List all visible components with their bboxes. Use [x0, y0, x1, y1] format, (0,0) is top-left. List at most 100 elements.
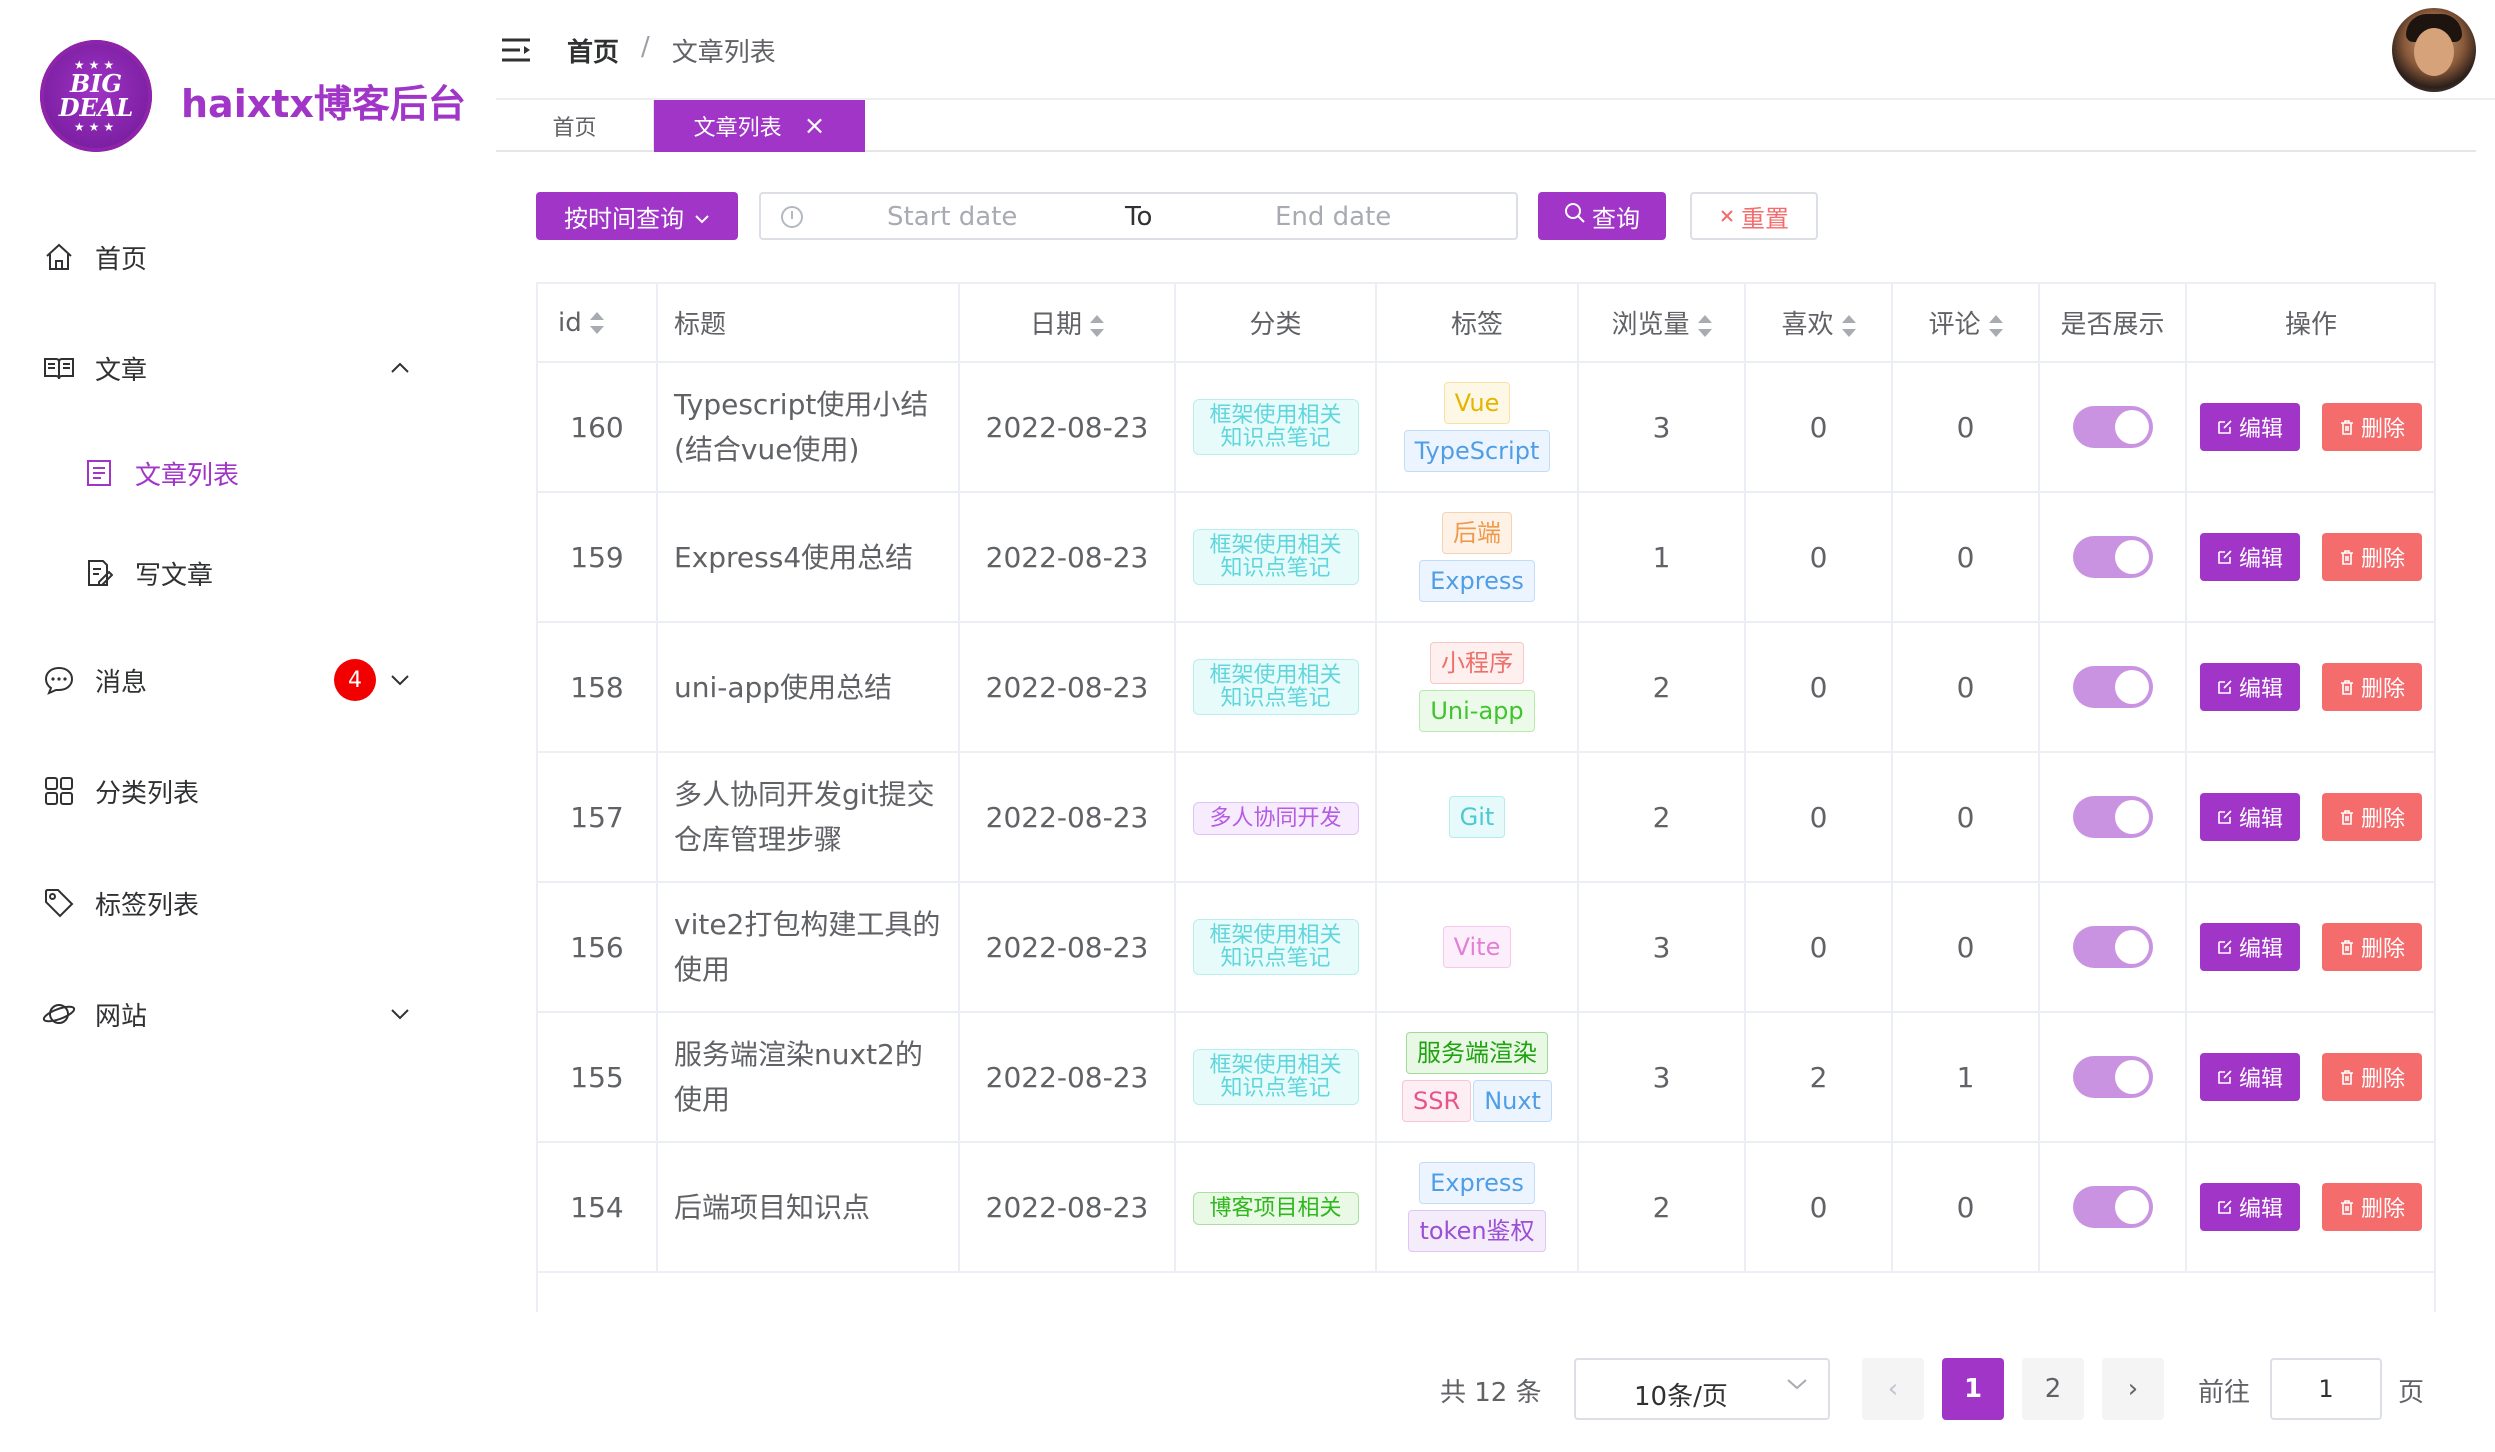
edit-button[interactable]: 编辑	[2200, 1183, 2300, 1231]
delete-button[interactable]: 删除	[2322, 1183, 2422, 1231]
sidebar-item-write-article[interactable]: 写文章	[0, 538, 496, 608]
edit-button[interactable]: 编辑	[2200, 923, 2300, 971]
sidebar-item-articles[interactable]: 文章	[0, 333, 496, 403]
sidebar-item-website[interactable]: 网站	[0, 979, 496, 1049]
delete-button[interactable]: 删除	[2322, 403, 2422, 451]
sidebar-item-label: 消息	[95, 667, 148, 698]
sidebar-item-article-list[interactable]: 文章列表	[0, 438, 496, 508]
breadcrumb-home[interactable]: 首页	[567, 32, 619, 69]
col-comments[interactable]: 评论	[1892, 284, 2040, 363]
goto-label: 前往	[2198, 1378, 2251, 1408]
delete-button[interactable]: 删除	[2322, 663, 2422, 711]
cell-views: 3	[1578, 1012, 1746, 1143]
grid-icon	[42, 774, 76, 808]
reset-button[interactable]: 重置	[1690, 192, 1818, 240]
page-button-2[interactable]: 2	[2022, 1358, 2084, 1420]
cell-id: 158	[538, 622, 658, 753]
show-toggle[interactable]	[2072, 926, 2153, 968]
sidebar-item-label: 首页	[95, 244, 148, 275]
date-range-picker[interactable]: Start date To End date	[759, 192, 1518, 240]
table-row: 154 后端项目知识点 2022-08-23 博客项目相关 Express tok…	[538, 1142, 2434, 1273]
edit-icon	[2218, 680, 2232, 694]
next-page-button[interactable]: ›	[2102, 1358, 2164, 1420]
chevron-left-icon: ‹	[1887, 1374, 1899, 1404]
delete-button[interactable]: 删除	[2322, 923, 2422, 971]
close-icon	[1719, 202, 1735, 230]
show-toggle[interactable]	[2072, 1186, 2153, 1228]
sidebar-item-tags[interactable]: 标签列表	[0, 868, 496, 938]
page-size-select[interactable]: 10条/页	[1574, 1358, 1830, 1420]
time-query-dropdown[interactable]: 按时间查询	[536, 192, 738, 240]
sidebar-item-label: 文章	[95, 355, 148, 386]
sort-icon[interactable]	[1841, 314, 1856, 337]
cell-actions: 编辑 删除	[2186, 1142, 2434, 1273]
edit-button[interactable]: 编辑	[2200, 403, 2300, 451]
sort-icon[interactable]	[1697, 314, 1712, 337]
category-chip: 博客项目相关	[1192, 1192, 1359, 1225]
col-date[interactable]: 日期	[959, 284, 1176, 363]
collapse-menu-icon[interactable]	[500, 36, 532, 64]
avatar[interactable]	[2392, 8, 2476, 92]
cell-category: 博客项目相关	[1175, 1142, 1377, 1273]
col-likes[interactable]: 喜欢	[1745, 284, 1893, 363]
cell-id: 156	[538, 882, 658, 1013]
edit-button[interactable]: 编辑	[2200, 1053, 2300, 1101]
delete-button[interactable]: 删除	[2322, 793, 2422, 841]
tab-home[interactable]: 首页	[496, 100, 654, 152]
col-views[interactable]: 浏览量	[1578, 284, 1746, 363]
page-number: 2	[2044, 1374, 2062, 1404]
chevron-down-icon	[1786, 1372, 1808, 1397]
prev-page-button[interactable]: ‹	[1862, 1358, 1924, 1420]
show-toggle[interactable]	[2072, 406, 2153, 448]
query-button[interactable]: 查询	[1538, 192, 1666, 240]
sort-icon[interactable]	[1988, 314, 2003, 337]
tag-chip: Express	[1419, 1162, 1535, 1204]
cell-actions: 编辑 删除	[2186, 752, 2434, 883]
show-toggle[interactable]	[2072, 1056, 2153, 1098]
sidebar-item-categories[interactable]: 分类列表	[0, 756, 496, 826]
article-table: id 标题 日期 分类 标签 浏览量 喜欢 评论 是否展示 操作 160 Typ…	[536, 282, 2436, 1312]
cell-date: 2022-08-23	[959, 622, 1176, 753]
delete-label: 删除	[2360, 1067, 2405, 1092]
breadcrumb-current: 文章列表	[671, 38, 776, 68]
table-row: 159 Express4使用总结 2022-08-23 框架使用相关知识点笔记 …	[538, 492, 2434, 623]
edit-button[interactable]: 编辑	[2200, 533, 2300, 581]
edit-button[interactable]: 编辑	[2200, 793, 2300, 841]
page-number: 1	[1963, 1374, 1983, 1404]
cell-tags: 小程序 Uni-app	[1376, 622, 1579, 753]
sort-icon[interactable]	[589, 312, 604, 334]
goto-page-input[interactable]: 1	[2270, 1358, 2382, 1420]
sidebar-item-messages[interactable]: 消息	[0, 645, 496, 715]
logo-text-deal: DEAL	[58, 93, 134, 122]
sidebar-item-home[interactable]: 首页	[0, 222, 496, 292]
edit-label: 编辑	[2238, 807, 2283, 832]
cell-likes: 0	[1745, 882, 1893, 1013]
reset-label: 重置	[1741, 204, 1789, 233]
close-icon[interactable]: ×	[804, 111, 826, 141]
tab-article-list[interactable]: 文章列表 ×	[654, 100, 865, 152]
search-icon	[1564, 202, 1586, 230]
delete-button[interactable]: 删除	[2322, 533, 2422, 581]
tab-home-label: 首页	[552, 116, 597, 141]
delete-button[interactable]: 删除	[2322, 1053, 2422, 1101]
trash-icon	[2340, 680, 2353, 695]
cell-category: 框架使用相关知识点笔记	[1175, 1012, 1377, 1143]
col-id[interactable]: id	[538, 284, 658, 363]
col-title-label: 标题	[674, 310, 727, 340]
show-toggle[interactable]	[2072, 536, 2153, 578]
start-date-input[interactable]: Start date	[887, 202, 1017, 232]
cell-tags: Express token鉴权	[1376, 1142, 1579, 1273]
show-toggle[interactable]	[2072, 666, 2153, 708]
cell-likes: 0	[1745, 622, 1893, 753]
tag-chip: SSR	[1402, 1080, 1472, 1122]
edit-button[interactable]: 编辑	[2200, 663, 2300, 711]
page-button-1[interactable]: 1	[1942, 1358, 2004, 1420]
tab-bar: 首页 文章列表 ×	[496, 100, 2476, 152]
sort-icon[interactable]	[1090, 314, 1104, 337]
cell-comments: 0	[1892, 752, 2040, 883]
category-chip: 框架使用相关知识点笔记	[1192, 1049, 1359, 1105]
cell-category: 框架使用相关知识点笔记	[1175, 362, 1377, 493]
end-date-input[interactable]: End date	[1275, 202, 1391, 232]
show-toggle[interactable]	[2072, 796, 2153, 838]
tag-chip: token鉴权	[1408, 1210, 1546, 1252]
